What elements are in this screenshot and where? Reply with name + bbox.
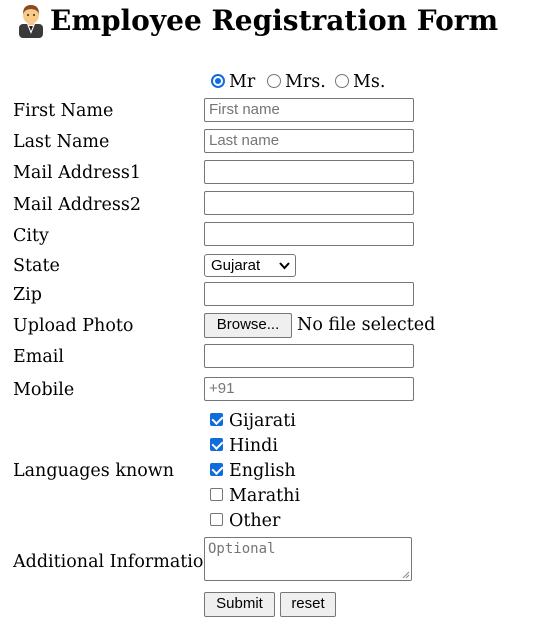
office-worker-emoji-icon	[19, 5, 43, 38]
mail-address1-label: Mail Address1	[13, 163, 141, 183]
additional-info-label: Additional Information	[13, 552, 215, 572]
checkbox-english-label: English	[229, 461, 296, 481]
browse-button[interactable]: Browse...	[204, 313, 292, 338]
additional-info-textarea[interactable]: Optional	[204, 537, 412, 581]
chevron-down-icon	[279, 262, 290, 270]
radio-mrs[interactable]	[267, 74, 281, 88]
mobile-field[interactable]: +91	[204, 377, 414, 401]
checkbox-marathi[interactable]	[210, 488, 223, 501]
email-field[interactable]	[204, 344, 414, 368]
state-label: State	[13, 256, 60, 276]
mobile-label: Mobile	[13, 380, 75, 400]
last-name-field[interactable]: Last name	[204, 129, 414, 153]
reset-button[interactable]: reset	[280, 592, 336, 617]
languages-label: Languages known	[13, 461, 174, 481]
mail-address2-label: Mail Address2	[13, 195, 141, 215]
zip-field[interactable]	[204, 282, 414, 306]
state-select-value: Gujarat	[211, 257, 261, 274]
mail-address2-field[interactable]	[204, 191, 414, 215]
radio-mr[interactable]	[211, 74, 225, 88]
additional-info-placeholder: Optional	[208, 541, 276, 557]
checkbox-hindi-label: Hindi	[229, 436, 278, 456]
resize-handle-icon[interactable]	[402, 571, 410, 579]
checkbox-gijarati-label: Gijarati	[229, 411, 296, 431]
first-name-field[interactable]: First name	[204, 98, 414, 122]
city-field[interactable]	[204, 222, 414, 246]
page-title: Employee Registration Form	[50, 4, 499, 37]
checkbox-marathi-label: Marathi	[229, 486, 301, 506]
zip-label: Zip	[13, 285, 42, 305]
file-status-text: No file selected	[297, 315, 436, 335]
checkbox-other-label: Other	[229, 511, 281, 531]
upload-photo-label: Upload Photo	[13, 316, 134, 336]
city-label: City	[13, 226, 49, 246]
submit-button[interactable]: Submit	[204, 592, 275, 617]
radio-mr-label: Mr	[229, 72, 256, 92]
email-label: Email	[13, 347, 64, 367]
radio-ms-label: Ms.	[353, 72, 386, 92]
first-name-label: First Name	[13, 101, 114, 121]
last-name-label: Last Name	[13, 132, 110, 152]
state-select[interactable]: Gujarat	[204, 254, 296, 277]
checkbox-hindi[interactable]	[210, 437, 224, 451]
checkbox-gijarati[interactable]	[210, 412, 224, 426]
checkbox-english[interactable]	[210, 462, 224, 476]
radio-mrs-label: Mrs.	[285, 72, 326, 92]
mail-address1-field[interactable]	[204, 160, 414, 184]
checkbox-other[interactable]	[210, 513, 223, 526]
radio-ms[interactable]	[335, 74, 349, 88]
